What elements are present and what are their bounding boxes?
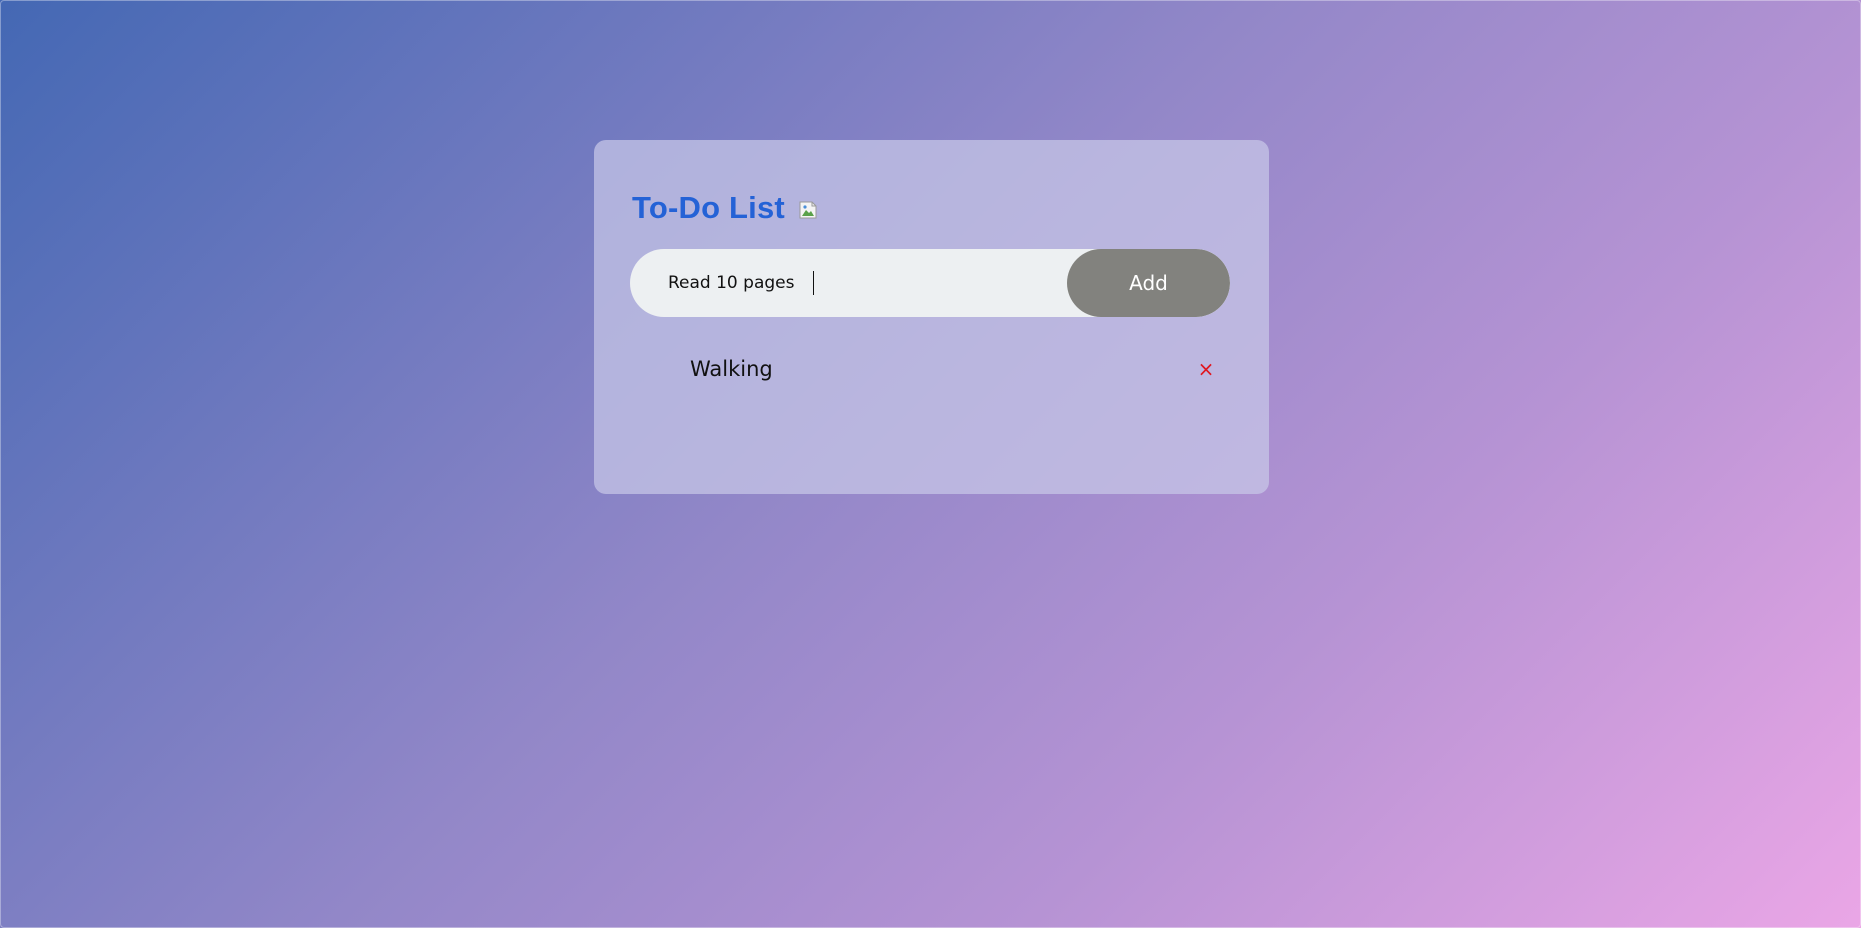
task-input[interactable]: [630, 249, 1090, 317]
add-task-form: Add: [630, 249, 1230, 317]
task-list: Walking ×: [630, 354, 1230, 384]
title-row: To-Do List: [632, 188, 818, 228]
close-icon[interactable]: ×: [1194, 354, 1218, 384]
todo-card: To-Do List Add Walking ×: [594, 140, 1269, 494]
text-caret: [813, 271, 814, 295]
task-label[interactable]: Walking: [690, 357, 773, 381]
broken-image-icon: [798, 200, 818, 220]
add-button[interactable]: Add: [1067, 249, 1230, 317]
list-item[interactable]: Walking ×: [630, 354, 1230, 384]
page-title: To-Do List: [632, 190, 785, 225]
